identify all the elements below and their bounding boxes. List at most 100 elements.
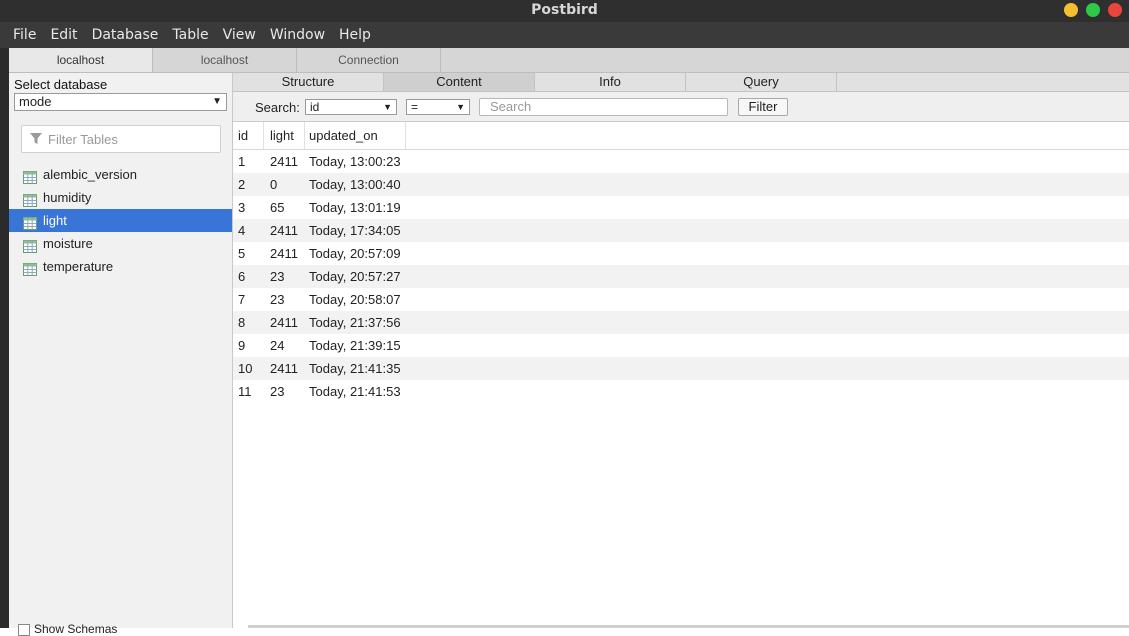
table-item-light[interactable]: light xyxy=(9,209,232,232)
filter-tables-input[interactable]: Filter Tables xyxy=(21,125,221,153)
filter-button[interactable]: Filter xyxy=(738,98,788,116)
table-row[interactable]: 8 2411 Today, 21:37:56 xyxy=(233,311,1129,334)
cell-updated-on[interactable]: Today, 20:57:27 xyxy=(304,265,406,288)
cell-light[interactable]: 2411 xyxy=(265,150,305,173)
cell-light[interactable]: 23 xyxy=(265,380,305,403)
table-item-temperature[interactable]: temperature xyxy=(9,255,232,278)
table-row[interactable]: 11 23 Today, 21:41:53 xyxy=(233,380,1129,403)
cell-updated-on[interactable]: Today, 17:34:05 xyxy=(304,219,406,242)
cell-id[interactable]: 7 xyxy=(233,288,264,311)
title-bar: Postbird xyxy=(0,0,1129,22)
grid-body: 1 2411 Today, 13:00:23 2 0 Today, 13:00:40 3 65… xyxy=(233,150,1129,403)
search-operator-select[interactable]: = ▼ xyxy=(406,99,470,115)
table-row[interactable]: 9 24 Today, 21:39:15 xyxy=(233,334,1129,357)
table-name: moisture xyxy=(43,236,93,251)
tab-structure[interactable]: Structure xyxy=(233,73,384,91)
database-select-value: mode xyxy=(19,94,52,109)
cell-light[interactable]: 2411 xyxy=(265,311,305,334)
menu-database[interactable]: Database xyxy=(86,22,165,48)
search-column-select[interactable]: id ▼ xyxy=(305,99,397,115)
cell-light[interactable]: 23 xyxy=(265,265,305,288)
table-item-moisture[interactable]: moisture xyxy=(9,232,232,255)
menu-help[interactable]: Help xyxy=(333,22,377,48)
minimize-button[interactable] xyxy=(1064,3,1078,17)
database-select[interactable]: mode ▼ xyxy=(14,93,227,111)
table-row[interactable]: 1 2411 Today, 13:00:23 xyxy=(233,150,1129,173)
search-placeholder: Search xyxy=(490,99,532,114)
cell-light[interactable]: 2411 xyxy=(265,357,305,380)
window-title: Postbird xyxy=(531,2,598,18)
cell-updated-on[interactable]: Today, 13:00:23 xyxy=(304,150,406,173)
cell-id[interactable]: 9 xyxy=(233,334,264,357)
connection-tab-new[interactable]: Connection xyxy=(297,48,441,72)
table-row[interactable]: 3 65 Today, 13:01:19 xyxy=(233,196,1129,219)
menu-view[interactable]: View xyxy=(217,22,262,48)
table-name: humidity xyxy=(43,190,92,205)
table-row[interactable]: 5 2411 Today, 20:57:09 xyxy=(233,242,1129,265)
cell-updated-on[interactable]: Today, 21:41:53 xyxy=(304,380,406,403)
tab-info[interactable]: Info xyxy=(535,73,686,91)
dropdown-arrow-icon: ▼ xyxy=(383,102,392,112)
cell-id[interactable]: 8 xyxy=(233,311,264,334)
table-row[interactable]: 7 23 Today, 20:58:07 xyxy=(233,288,1129,311)
cell-id[interactable]: 5 xyxy=(233,242,264,265)
cell-id[interactable]: 1 xyxy=(233,150,264,173)
menu-bar: File Edit Database Table View Window Hel… xyxy=(0,22,1129,48)
cell-light[interactable]: 24 xyxy=(265,334,305,357)
close-button[interactable] xyxy=(1108,3,1122,17)
table-name: light xyxy=(43,213,67,228)
cell-updated-on[interactable]: Today, 21:41:35 xyxy=(304,357,406,380)
tab-content[interactable]: Content xyxy=(384,73,535,91)
show-schemas-checkbox[interactable] xyxy=(18,623,30,636)
cell-id[interactable]: 11 xyxy=(233,380,264,403)
table-item-humidity[interactable]: humidity xyxy=(9,186,232,209)
cell-updated-on[interactable]: Today, 21:37:56 xyxy=(304,311,406,334)
show-schemas-toggle[interactable]: Show Schemas xyxy=(18,622,117,636)
cell-updated-on[interactable]: Today, 13:00:40 xyxy=(304,173,406,196)
menu-edit[interactable]: Edit xyxy=(44,22,83,48)
cell-light[interactable]: 23 xyxy=(265,288,305,311)
cell-id[interactable]: 10 xyxy=(233,357,264,380)
table-item-alembic-version[interactable]: alembic_version xyxy=(9,163,232,186)
cell-updated-on[interactable]: Today, 20:57:09 xyxy=(304,242,406,265)
show-schemas-label: Show Schemas xyxy=(34,622,118,636)
cell-updated-on[interactable]: Today, 20:58:07 xyxy=(304,288,406,311)
cell-id[interactable]: 6 xyxy=(233,265,264,288)
table-row[interactable]: 2 0 Today, 13:00:40 xyxy=(233,173,1129,196)
cell-updated-on[interactable]: Today, 21:39:15 xyxy=(304,334,406,357)
cell-light[interactable]: 0 xyxy=(265,173,305,196)
cell-light[interactable]: 2411 xyxy=(265,219,305,242)
menu-table[interactable]: Table xyxy=(166,22,214,48)
table-name: alembic_version xyxy=(43,167,137,182)
table-row[interactable]: 10 2411 Today, 21:41:35 xyxy=(233,357,1129,380)
table-name: temperature xyxy=(43,259,114,274)
menu-file[interactable]: File xyxy=(7,22,42,48)
dropdown-arrow-icon: ▼ xyxy=(212,96,222,107)
search-input[interactable]: Search xyxy=(479,98,728,116)
column-header-light[interactable]: light xyxy=(265,122,305,149)
cell-updated-on[interactable]: Today, 13:01:19 xyxy=(304,196,406,219)
connection-tab-localhost-2[interactable]: localhost xyxy=(153,48,297,72)
column-header-id[interactable]: id xyxy=(233,122,264,149)
table-list: alembic_version humidity light moisture … xyxy=(9,163,232,278)
connection-tab-localhost-1[interactable]: localhost xyxy=(9,48,153,72)
cell-id[interactable]: 2 xyxy=(233,173,264,196)
search-label: Search: xyxy=(255,100,300,115)
menu-window[interactable]: Window xyxy=(264,22,331,48)
cell-id[interactable]: 3 xyxy=(233,196,264,219)
window-left-edge xyxy=(0,48,9,628)
grid-header: id light updated_on xyxy=(233,122,1129,150)
table-row[interactable]: 6 23 Today, 20:57:27 xyxy=(233,265,1129,288)
view-tabs: Structure Content Info Query xyxy=(233,73,1129,92)
cell-light[interactable]: 65 xyxy=(265,196,305,219)
select-database-label: Select database xyxy=(14,77,108,92)
column-header-updated-on[interactable]: updated_on xyxy=(304,122,406,149)
cell-id[interactable]: 4 xyxy=(233,219,264,242)
maximize-button[interactable] xyxy=(1086,3,1100,17)
tab-query[interactable]: Query xyxy=(686,73,837,91)
funnel-icon xyxy=(30,133,42,148)
table-row[interactable]: 4 2411 Today, 17:34:05 xyxy=(233,219,1129,242)
sidebar: Select database mode ▼ Filter Tables ale… xyxy=(9,73,233,636)
search-operator-value: = xyxy=(411,100,419,114)
cell-light[interactable]: 2411 xyxy=(265,242,305,265)
